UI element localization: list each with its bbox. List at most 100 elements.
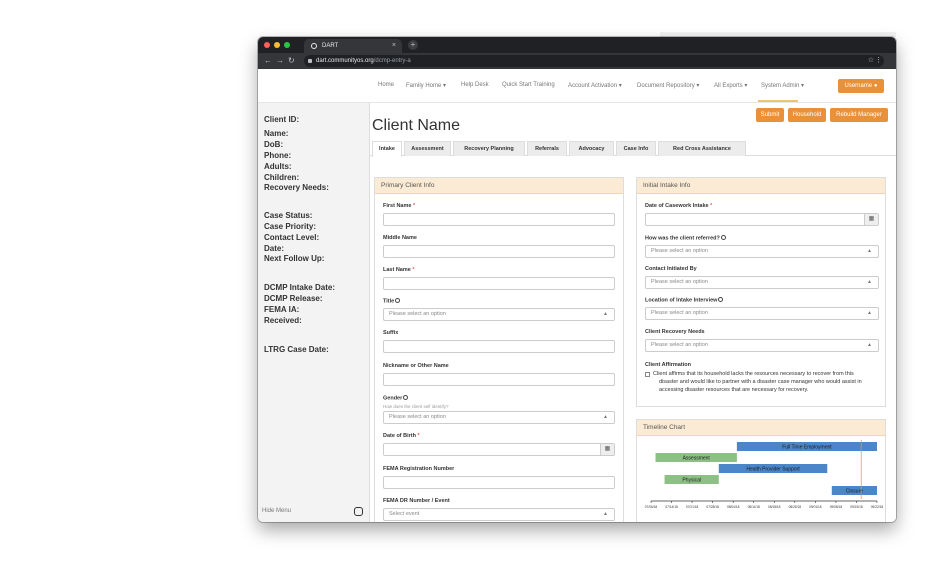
url-path: /dcmp-entry-a xyxy=(373,58,411,64)
date-intake-label: Date of Casework Intake * xyxy=(645,203,712,209)
tab-advocacy[interactable]: Advocacy xyxy=(569,141,614,156)
nav-active-indicator xyxy=(758,100,798,102)
close-window-icon[interactable] xyxy=(264,42,270,48)
first-name-label: First Name * xyxy=(383,203,415,209)
nav-quick-start-training[interactable]: Quick Start Training xyxy=(502,82,555,88)
dart-favicon-icon xyxy=(311,43,317,49)
gear-icon[interactable] xyxy=(720,235,726,240)
hide-menu-toggle-icon[interactable] xyxy=(354,507,363,516)
gear-icon[interactable] xyxy=(718,297,724,302)
nav-account-activation[interactable]: Account Activation ▾ xyxy=(568,82,622,89)
submit-button[interactable]: Submit xyxy=(756,108,784,122)
gender-label-text: Gender xyxy=(383,395,403,402)
lock-icon xyxy=(308,59,312,63)
location-select-value: Please select an option xyxy=(651,310,708,316)
suffix-label: Suffix xyxy=(383,330,399,336)
fema-dr-select[interactable]: Select event ▲ xyxy=(383,508,615,521)
timeline-bar-label: Closure xyxy=(846,489,863,495)
location-select[interactable]: Please select an option ▲ xyxy=(645,307,879,320)
nav-all-exports[interactable]: All Exports ▾ xyxy=(714,82,747,89)
tab-red-cross-assistance[interactable]: Red Cross Assistance xyxy=(658,141,746,156)
title-label-text: Title xyxy=(383,298,395,305)
referred-select[interactable]: Please select an option ▲ xyxy=(645,245,879,258)
gender-select-value: Please select an option xyxy=(389,414,446,420)
new-tab-icon[interactable]: + xyxy=(408,40,418,50)
sidebar-received: Received: xyxy=(264,316,302,325)
timeline-tick-label: 07/06/18 xyxy=(645,505,658,509)
nav-family-home[interactable]: Family Home ▾ xyxy=(406,82,446,89)
contact-initiated-label: Contact Initiated By xyxy=(645,266,697,272)
date-intake-label-text: Date of Casework Intake xyxy=(645,203,709,209)
last-name-input[interactable] xyxy=(383,277,615,290)
hide-menu-label[interactable]: Hide Menu xyxy=(262,508,291,514)
affirmation-checkbox[interactable] xyxy=(645,372,650,377)
calendar-icon[interactable]: ▦ xyxy=(600,444,614,455)
nav-home[interactable]: Home xyxy=(378,82,394,88)
nav-system-admin[interactable]: System Admin ▾ xyxy=(761,82,804,89)
date-intake-input[interactable]: ▦ xyxy=(645,213,879,226)
browser-tab[interactable]: DART × xyxy=(304,39,402,53)
caret-up-icon: ▲ xyxy=(867,248,872,254)
tab-recovery-planning[interactable]: Recovery Planning xyxy=(453,141,525,156)
timeline-tick-label: 09/01/18 xyxy=(809,505,822,509)
username-button[interactable]: Username ● xyxy=(838,79,884,93)
dob-label: Date of Birth * xyxy=(383,433,420,439)
primary-client-info-panel: Primary Client Info First Name * Middle … xyxy=(374,177,624,522)
nav-document-repository[interactable]: Document Repository ▾ xyxy=(637,82,699,89)
affirmation-label: Client Affirmation xyxy=(645,362,691,368)
suffix-input[interactable] xyxy=(383,340,615,353)
caret-up-icon: ▲ xyxy=(867,342,872,348)
sidebar-contact-level: Contact Level: xyxy=(264,233,320,242)
tab-referrals[interactable]: Referrals xyxy=(527,141,567,156)
close-tab-icon[interactable]: × xyxy=(392,39,396,53)
gender-label: Gender xyxy=(383,395,409,402)
calendar-icon[interactable]: ▦ xyxy=(864,214,878,225)
referred-label-text: How was the client referred? xyxy=(645,235,720,242)
timeline-bar-label: Assessment xyxy=(683,456,711,462)
tab-case-info[interactable]: Case Info xyxy=(616,141,656,156)
first-name-input[interactable] xyxy=(383,213,615,226)
back-arrow-icon[interactable]: ← xyxy=(264,55,272,67)
timeline-tick-label: 07/21/18 xyxy=(686,505,699,509)
rebuild-manager-button[interactable]: Rebuild Manager xyxy=(830,108,888,122)
gender-select[interactable]: Please select an option ▲ xyxy=(383,411,615,424)
url-field[interactable]: dart.communityos.org/dcmp-entry-a ☆ ⋮ xyxy=(304,55,884,67)
sidebar-case-priority: Case Priority: xyxy=(264,222,317,231)
middle-name-input[interactable] xyxy=(383,245,615,258)
required-marker: * xyxy=(412,267,415,273)
household-button[interactable]: Household xyxy=(788,108,826,122)
recovery-needs-select-value: Please select an option xyxy=(651,342,708,348)
sidebar-ltrg-case-date: LTRG Case Date: xyxy=(264,345,329,354)
forward-arrow-icon[interactable]: → xyxy=(276,55,284,67)
nickname-input[interactable] xyxy=(383,373,615,386)
reload-icon[interactable]: ↻ xyxy=(288,55,295,67)
timeline-bar: Health Provider Support xyxy=(718,464,828,473)
initial-intake-info-panel: Initial Intake Info Date of Casework Int… xyxy=(636,177,886,407)
dob-input[interactable]: ▦ xyxy=(383,443,615,456)
tab-intake[interactable]: Intake xyxy=(372,141,402,157)
caret-up-icon: ▲ xyxy=(603,311,608,317)
caret-up-icon: ▲ xyxy=(603,414,608,420)
bookmark-star-icon[interactable]: ☆ xyxy=(868,55,874,67)
maximize-window-icon[interactable] xyxy=(284,42,290,48)
timeline-tick-label: 07/28/18 xyxy=(706,505,719,509)
contact-initiated-select-value: Please select an option xyxy=(651,279,708,285)
nav-help-desk[interactable]: Help Desk xyxy=(461,82,489,88)
contact-initiated-select[interactable]: Please select an option ▲ xyxy=(645,276,879,289)
fema-registration-input[interactable] xyxy=(383,476,615,489)
last-name-label-text: Last Name xyxy=(383,267,411,273)
recovery-needs-select[interactable]: Please select an option ▲ xyxy=(645,339,879,352)
timeline-tick-label: 08/18/18 xyxy=(768,505,781,509)
minimize-window-icon[interactable] xyxy=(274,42,280,48)
browser-menu-icon[interactable]: ⋮ xyxy=(875,55,882,67)
title-select[interactable]: Please select an option ▲ xyxy=(383,308,615,321)
fema-registration-label: FEMA Registration Number xyxy=(383,466,455,472)
gear-icon[interactable] xyxy=(395,298,401,303)
tab-assessment[interactable]: Assessment xyxy=(404,141,451,156)
gear-icon[interactable] xyxy=(403,395,409,400)
referred-select-value: Please select an option xyxy=(651,248,708,254)
timeline-chart-panel: Timeline Chart Full Time Employment Asses… xyxy=(636,419,886,522)
first-name-label-text: First Name xyxy=(383,203,412,209)
timeline-tick-label: 07/14/18 xyxy=(665,505,678,509)
timeline-tick-label: 09/15/18 xyxy=(850,505,863,509)
